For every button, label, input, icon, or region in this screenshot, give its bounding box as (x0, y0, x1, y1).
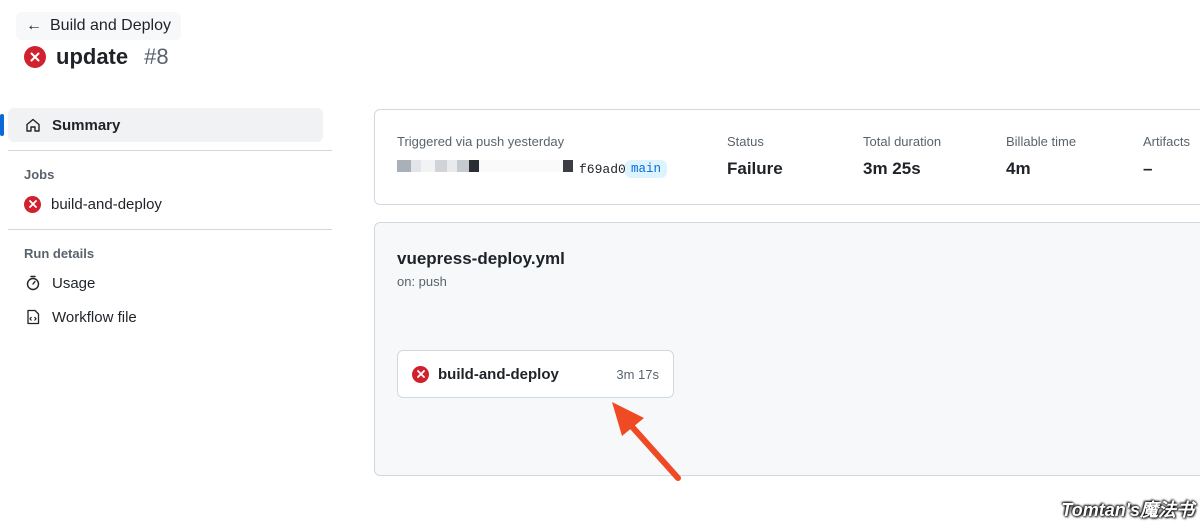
billable-label: Billable time (1006, 134, 1077, 149)
workflow-graph-card: vuepress-deploy.yml on: push build-and-d… (374, 222, 1200, 476)
branch-label[interactable]: main (625, 160, 668, 178)
sidebar-divider (8, 150, 332, 151)
annotation-arrow-icon (612, 402, 681, 481)
sidebar-item-label: Usage (52, 274, 96, 292)
sidebar-divider (8, 229, 332, 230)
sidebar-item-label: Summary (52, 116, 121, 134)
failure-status-icon (24, 46, 46, 68)
duration-stat: Total duration 3m 25s (863, 134, 941, 179)
duration-label: Total duration (863, 134, 942, 149)
run-title: update (56, 44, 129, 69)
billable-value: 4m (1006, 159, 1031, 178)
triggered-label: Triggered via push yesterday (397, 134, 565, 149)
page-title: update #8 (24, 44, 169, 70)
run-summary-card: Triggered via push yesterday f69ad0 main… (374, 109, 1200, 205)
status-stat: Status Failure (727, 134, 783, 179)
workflow-file-name[interactable]: vuepress-deploy.yml (397, 249, 565, 269)
sidebar: Summary Jobs build-and-deploy Run detail… (0, 108, 332, 334)
file-code-icon (24, 308, 42, 326)
artifacts-value: – (1143, 159, 1153, 178)
artifacts-label: Artifacts (1143, 134, 1190, 149)
sidebar-item-workflow-file[interactable]: Workflow file (8, 300, 332, 334)
jobs-heading: Jobs (24, 166, 55, 182)
arrow-left-icon: ← (26, 17, 42, 34)
sidebar-item-job[interactable]: build-and-deploy (8, 187, 332, 221)
redacted-actor (397, 160, 573, 172)
duration-value: 3m 25s (863, 159, 921, 178)
back-link[interactable]: ← Build and Deploy (16, 12, 181, 40)
sidebar-item-label: build-and-deploy (51, 195, 162, 213)
home-icon (24, 116, 42, 134)
back-link-label: Build and Deploy (50, 17, 171, 34)
commit-sha[interactable]: f69ad0 (579, 162, 626, 177)
job-name: build-and-deploy (438, 365, 559, 383)
billable-stat: Billable time 4m (1006, 134, 1076, 179)
status-label: Status (727, 134, 764, 149)
run-number: #8 (144, 44, 169, 69)
workflow-trigger: on: push (397, 274, 447, 289)
watermark: Tomtan's魔法书 (1061, 500, 1194, 520)
sidebar-item-label: Workflow file (52, 308, 137, 326)
job-node-build-and-deploy[interactable]: build-and-deploy 3m 17s (397, 350, 674, 398)
stopwatch-icon (24, 274, 42, 292)
failure-icon (24, 195, 41, 213)
run-details-heading: Run details (24, 245, 95, 261)
status-value: Failure (727, 159, 783, 178)
job-duration: 3m 17s (616, 366, 659, 382)
failure-icon (412, 365, 429, 383)
artifacts-stat: Artifacts – (1143, 134, 1190, 179)
sidebar-item-summary[interactable]: Summary (0, 108, 323, 142)
sidebar-item-usage[interactable]: Usage (8, 266, 332, 300)
